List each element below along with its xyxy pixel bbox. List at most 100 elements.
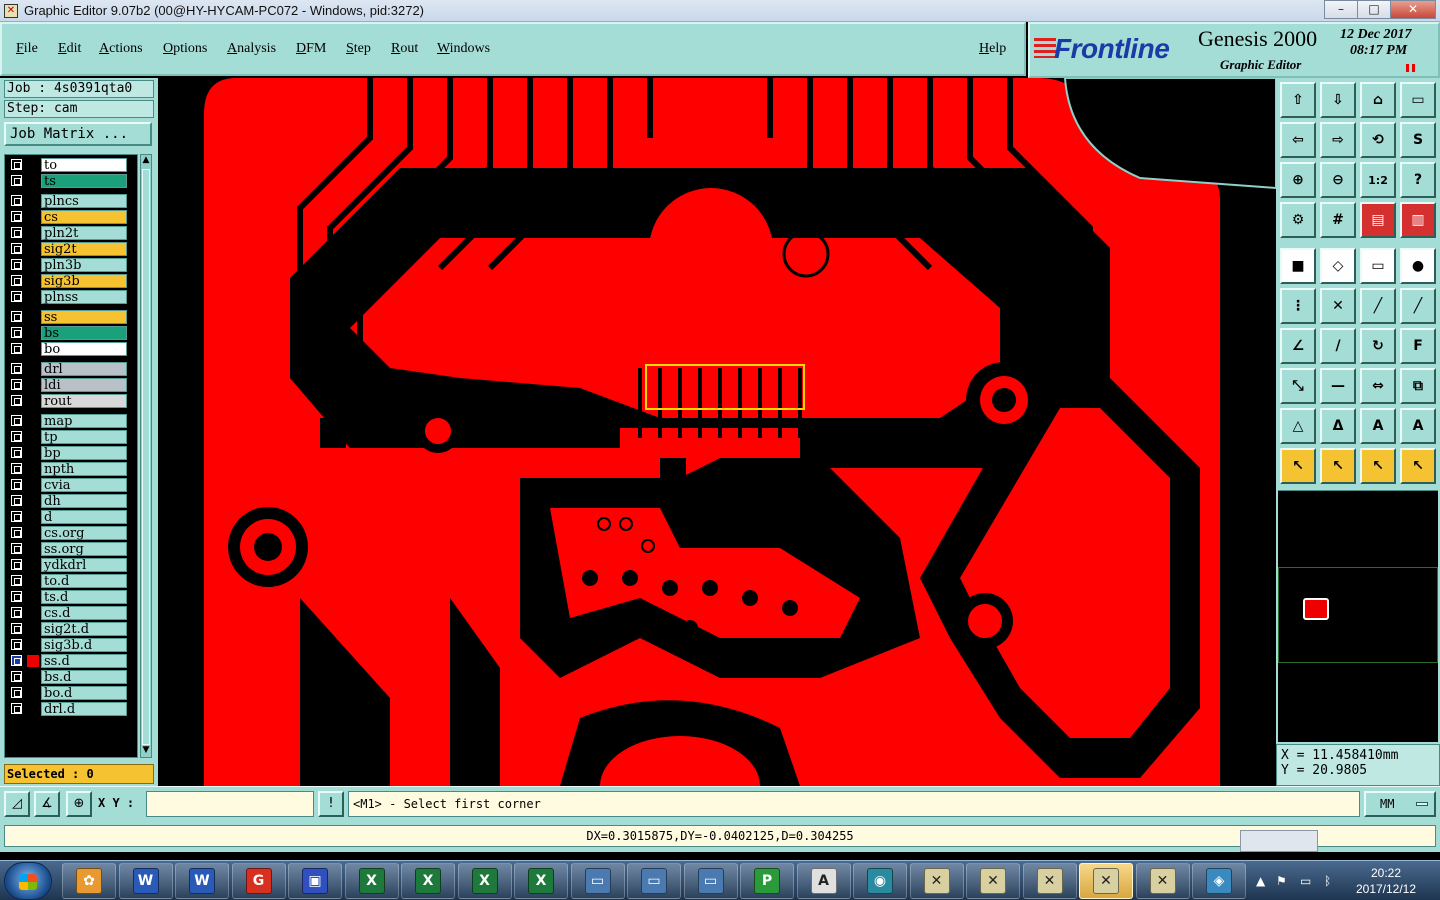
alert-icon[interactable]: ! [318, 791, 344, 817]
layer-row-sig3b[interactable]: sig3b [5, 274, 137, 288]
taskbar-app[interactable]: W [175, 863, 229, 899]
layer-row-to[interactable]: to [5, 158, 137, 172]
layer-row-plnss[interactable]: plnss [5, 290, 137, 304]
layer-name[interactable]: tp [41, 430, 127, 444]
taskbar-app[interactable]: W [118, 863, 173, 899]
taskbar-app[interactable]: ✕ [1022, 863, 1077, 899]
layer-checkbox[interactable] [11, 511, 22, 522]
start-button[interactable] [4, 862, 52, 900]
snap-icon[interactable]: S [1400, 122, 1436, 158]
layer-name[interactable]: bs.d [41, 670, 127, 684]
tray-flag-icon[interactable]: ⚑ [1276, 874, 1287, 888]
layer-checkbox[interactable] [11, 463, 22, 474]
layer-name[interactable]: bp [41, 446, 127, 460]
layer-name[interactable]: to [41, 158, 127, 172]
layer-row-cs[interactable]: cs [5, 210, 137, 224]
taskbar-app[interactable]: X [457, 863, 512, 899]
pan-right-icon[interactable]: ⇨ [1320, 122, 1356, 158]
scroll-thumb[interactable] [142, 169, 150, 745]
layer-row-dh[interactable]: dh [5, 494, 137, 508]
tray-network-icon[interactable]: ▭ [1300, 874, 1311, 888]
layer-checkbox[interactable] [11, 415, 22, 426]
scroll-down-icon[interactable]: ▼ [141, 745, 151, 757]
dot-icon[interactable]: ● [1400, 248, 1436, 284]
layer-row-ss-org[interactable]: ss.org [5, 542, 137, 556]
nodes-icon[interactable]: ⋮ [1280, 288, 1316, 324]
layer-checkbox[interactable] [11, 243, 22, 254]
grid-icon[interactable]: # [1320, 202, 1356, 238]
layer-row-cs-org[interactable]: cs.org [5, 526, 137, 540]
layer-checkbox[interactable] [11, 559, 22, 570]
pad-icon[interactable]: ■ [1280, 248, 1316, 284]
pan-left-icon[interactable]: ⇦ [1280, 122, 1316, 158]
zoom-fit-icon[interactable]: ⌂ [1360, 82, 1396, 118]
layer-checkbox[interactable] [11, 311, 22, 322]
layer-row-map[interactable]: map [5, 414, 137, 428]
layer-row-npth[interactable]: npth [5, 462, 137, 476]
layer-row-bp[interactable]: bp [5, 446, 137, 460]
snap-grid-icon[interactable]: ◿ [4, 791, 30, 817]
angle-icon[interactable]: ∠ [1280, 328, 1316, 364]
layers-alt-icon[interactable]: ▥ [1400, 202, 1436, 238]
taskbar-app[interactable]: ✕ [966, 863, 1020, 899]
layer-row-sig3b-d[interactable]: sig3b.d [5, 638, 137, 652]
layer-row-d[interactable]: d [5, 510, 137, 524]
taskbar-app[interactable]: ◈ [1192, 863, 1246, 899]
layer-row-bo-d[interactable]: bo.d [5, 686, 137, 700]
layer-name[interactable]: pln3b [41, 258, 127, 272]
layer-name[interactable]: map [41, 414, 127, 428]
layer-checkbox[interactable] [11, 703, 22, 714]
job-matrix-button[interactable]: Job Matrix ... [4, 122, 152, 146]
layer-row-rout[interactable]: rout [5, 394, 137, 408]
layer-row-pln3b[interactable]: pln3b [5, 258, 137, 272]
layer-name[interactable]: sig2t [41, 242, 127, 256]
taskbar-app[interactable]: ▭ [570, 863, 625, 899]
layer-row-bo[interactable]: bo [5, 342, 137, 356]
taskbar-app[interactable]: ▭ [683, 863, 738, 899]
layer-name[interactable]: ss [41, 310, 127, 324]
select-net-icon[interactable]: ↖ [1400, 448, 1436, 484]
layer-checkbox[interactable] [11, 327, 22, 338]
taskbar-app[interactable]: X [401, 863, 455, 899]
layer-row-drl[interactable]: drl [5, 362, 137, 376]
line-icon[interactable]: ╱ [1360, 288, 1396, 324]
layer-name[interactable]: cs.org [41, 526, 127, 540]
taskbar-clock[interactable]: 20:22 2017/12/12 [1344, 865, 1428, 897]
layer-name[interactable]: d [41, 510, 127, 524]
layer-scrollbar[interactable]: ▲ ▼ [140, 154, 152, 758]
layer-name[interactable]: cs [41, 210, 127, 224]
layer-name[interactable]: bo.d [41, 686, 127, 700]
layer-name[interactable]: ss.org [41, 542, 127, 556]
close-button[interactable]: ✕ [1390, 0, 1436, 19]
layer-row-ldi[interactable]: ldi [5, 378, 137, 392]
layer-name[interactable]: npth [41, 462, 127, 476]
layer-row-ss[interactable]: ss [5, 310, 137, 324]
tray-expand-icon[interactable]: ▲ [1256, 874, 1265, 888]
layer-name[interactable]: plnss [41, 290, 127, 304]
layer-checkbox[interactable] [11, 447, 22, 458]
layer-name[interactable]: rout [41, 394, 127, 408]
fill-icon[interactable]: F [1400, 328, 1436, 364]
layer-row-ts[interactable]: ts [5, 174, 137, 188]
layer-row-ts-d[interactable]: ts.d [5, 590, 137, 604]
layer-name[interactable]: bo [41, 342, 127, 356]
menu-help[interactable]: Help [979, 41, 1006, 57]
layer-name[interactable]: ldi [41, 378, 127, 392]
zoom-down-icon[interactable]: ⇩ [1320, 82, 1356, 118]
layer-checkbox[interactable] [11, 175, 22, 186]
layer-name[interactable]: pln2t [41, 226, 127, 240]
layer-checkbox[interactable] [11, 343, 22, 354]
layer-row-cs-d[interactable]: cs.d [5, 606, 137, 620]
layer-row-drl-d[interactable]: drl.d [5, 702, 137, 716]
menu-actions[interactable]: Actions [99, 41, 143, 57]
layer-checkbox[interactable] [11, 291, 22, 302]
zoom-window-icon[interactable]: ▭ [1400, 82, 1436, 118]
pcb-canvas[interactable] [160, 78, 1276, 786]
menu-file[interactable]: File [16, 41, 38, 57]
layer-row-to-d[interactable]: to.d [5, 574, 137, 588]
arc-icon[interactable]: ↻ [1360, 328, 1396, 364]
menu-windows[interactable]: Windows [437, 41, 490, 57]
layer-name[interactable]: bs [41, 326, 127, 340]
layer-checkbox[interactable] [11, 159, 22, 170]
move-icon[interactable]: ⤡ [1280, 368, 1316, 404]
